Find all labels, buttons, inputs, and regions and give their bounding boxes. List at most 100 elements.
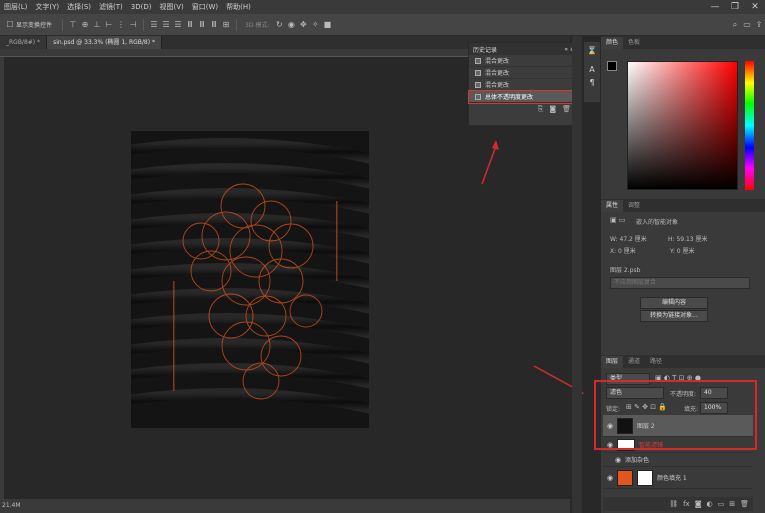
- distribute-center-icon[interactable]: Ⅲ: [196, 19, 208, 31]
- auto-align-icon[interactable]: ⊞: [220, 19, 232, 31]
- doc-tab[interactable]: _RGB/8#) *: [0, 36, 48, 49]
- menu-select[interactable]: 选择(S): [63, 2, 95, 12]
- 3d-pan-icon[interactable]: ✥: [297, 19, 309, 31]
- visibility-eye-icon[interactable]: ◉: [611, 456, 625, 464]
- snapshot-icon[interactable]: ◙: [549, 105, 556, 113]
- smart-object-type: 嵌入的智能对象: [636, 219, 679, 226]
- history-step-icon: [475, 82, 481, 88]
- align-right-icon[interactable]: ⊣: [127, 19, 139, 31]
- menu-filter[interactable]: 滤镜(T): [95, 2, 127, 12]
- history-item-selected[interactable]: 总体不透明度更改: [468, 90, 580, 104]
- 3d-mode-label: 3D 模式:: [245, 22, 270, 29]
- adjustment-icon[interactable]: ◐: [707, 500, 713, 508]
- new-layer-icon[interactable]: ⊞: [729, 500, 735, 508]
- visibility-eye-icon[interactable]: ◉: [603, 474, 617, 482]
- history-item[interactable]: 混合更改: [469, 55, 579, 67]
- annotation-arrow-up: [481, 140, 499, 185]
- y-field[interactable]: Y: 0 厘米: [670, 246, 695, 255]
- menu-view[interactable]: 视图(V): [155, 2, 187, 12]
- 3d-rotate-icon[interactable]: ↻: [273, 19, 285, 31]
- mask-icon[interactable]: ◙: [695, 500, 702, 508]
- 3d-scale-icon[interactable]: ■: [321, 19, 333, 31]
- menu-type[interactable]: 文字(Y): [31, 2, 63, 12]
- show-transform-label: 显示变换控件: [16, 22, 53, 29]
- restore-icon[interactable]: ❐: [725, 0, 745, 14]
- menu-window[interactable]: 窗口(W): [188, 2, 222, 12]
- layer-row[interactable]: ◉ 添加杂色: [603, 453, 753, 467]
- doc-size: 21.4M: [2, 502, 21, 509]
- layer-row[interactable]: ◉ 颜色填充 1: [603, 467, 753, 489]
- edit-contents-button[interactable]: 编辑内容: [640, 297, 708, 309]
- history-step-icon: [475, 58, 481, 64]
- align-center-icon[interactable]: ⋮: [115, 19, 127, 31]
- history-item[interactable]: 混合更改: [469, 67, 579, 79]
- distribute-right-icon[interactable]: Ⅲ: [208, 19, 220, 31]
- panel-icon-strip: ⌛ A ¶: [584, 42, 600, 102]
- file-name: 图层 2.psb: [610, 267, 641, 274]
- distribute-top-icon[interactable]: ☰: [148, 19, 160, 31]
- menu-layer[interactable]: 图层(L): [0, 2, 31, 12]
- tab-channels[interactable]: 通道: [623, 356, 645, 368]
- 3d-slide-icon[interactable]: ✧: [309, 19, 321, 31]
- x-field[interactable]: X: 0 厘米: [610, 246, 636, 255]
- tab-properties[interactable]: 属性: [601, 200, 624, 212]
- distribute-middle-icon[interactable]: ☰: [160, 19, 172, 31]
- link-icon[interactable]: ⛓: [669, 500, 678, 508]
- fill-color-thumbnail: [617, 469, 633, 486]
- divider: [62, 18, 64, 31]
- history-step-icon: [475, 94, 481, 100]
- layer-mask-thumbnail: [637, 469, 653, 486]
- search-icon[interactable]: ⌕: [729, 19, 741, 31]
- doc-tab-active[interactable]: sin.psd @ 33.3% (椭圆 1, RGB/8) *: [47, 36, 162, 49]
- menu-bar: 图层(L) 文字(Y) 选择(S) 滤镜(T) 3D(D) 视图(V) 窗口(W…: [0, 0, 765, 14]
- trash-icon[interactable]: 🗑: [562, 105, 571, 113]
- minimize-icon[interactable]: —: [705, 0, 725, 14]
- checkbox-icon[interactable]: ☐: [4, 19, 16, 31]
- character-icon[interactable]: A: [584, 65, 600, 74]
- properties-panel-tabs: 属性 调整: [601, 199, 765, 212]
- tab-color[interactable]: 颜色: [601, 37, 624, 49]
- artwork-image[interactable]: [131, 131, 369, 428]
- fx-icon[interactable]: fx: [683, 500, 690, 508]
- menu-help[interactable]: 帮助(H): [222, 2, 255, 12]
- new-document-icon[interactable]: ⎘: [538, 105, 544, 114]
- tab-paths[interactable]: 路径: [645, 356, 667, 368]
- menu-3d[interactable]: 3D(D): [127, 3, 156, 11]
- panel-divider: [572, 36, 582, 513]
- 3d-roll-icon[interactable]: ◉: [285, 19, 297, 31]
- divider: [236, 18, 238, 31]
- layer-comp-select[interactable]: 不应用图层复合: [610, 277, 750, 289]
- workspace-icon[interactable]: ▭: [741, 19, 753, 31]
- share-icon[interactable]: ⇪: [753, 19, 765, 31]
- tab-swatches[interactable]: 色板: [623, 37, 645, 49]
- options-bar: ☐ 显示变换控件 ⊤ ⊕ ⊥ ⊢ ⋮ ⊣ ☰ ☰ ☰ Ⅲ Ⅲ Ⅲ ⊞ 3D 模式…: [0, 14, 765, 36]
- close-icon[interactable]: ✕: [745, 0, 765, 14]
- foreground-color-swatch[interactable]: [607, 61, 617, 71]
- history-title[interactable]: 历史记录: [473, 45, 497, 54]
- history-step-icon: [475, 70, 481, 76]
- tab-adjustments[interactable]: 调整: [623, 200, 645, 212]
- hue-slider[interactable]: [745, 61, 754, 190]
- width-field[interactable]: W: 47.2 厘米: [610, 234, 647, 243]
- align-top-icon[interactable]: ⊤: [67, 19, 79, 31]
- color-picker-field[interactable]: [627, 61, 738, 190]
- annotation-highlight-box: [594, 380, 757, 450]
- align-middle-icon[interactable]: ⊕: [79, 19, 91, 31]
- align-left-icon[interactable]: ⊢: [103, 19, 115, 31]
- trash-icon[interactable]: 🗑: [740, 500, 749, 508]
- history-item[interactable]: 混合更改: [469, 79, 579, 91]
- height-field[interactable]: H: 59.13 厘米: [668, 234, 708, 243]
- distribute-bottom-icon[interactable]: ☰: [172, 19, 184, 31]
- smart-object-icon: ▣ ▭: [610, 216, 626, 224]
- group-icon[interactable]: ▭: [718, 500, 725, 508]
- history-item-label: 总体不透明度更改: [485, 94, 534, 101]
- distribute-left-icon[interactable]: Ⅲ: [184, 19, 196, 31]
- align-bottom-icon[interactable]: ⊥: [91, 19, 103, 31]
- history-item-label: 混合更改: [485, 58, 510, 65]
- history-icon[interactable]: ⌛: [584, 46, 600, 55]
- tab-layers[interactable]: 图层: [601, 356, 624, 368]
- paragraph-icon[interactable]: ¶: [584, 78, 600, 87]
- divider: [143, 18, 145, 31]
- convert-linked-button[interactable]: 转换为链接对象...: [640, 310, 708, 322]
- layers-panel-tabs: 图层 通道 路径: [601, 355, 765, 368]
